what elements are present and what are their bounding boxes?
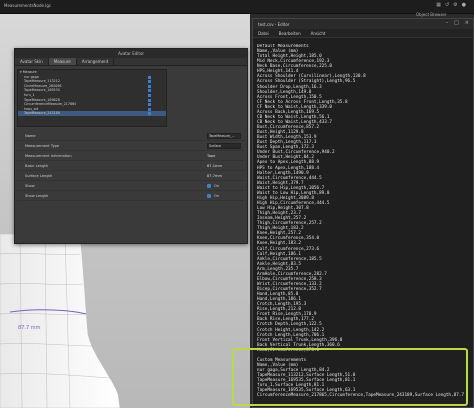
prop-surface-label: Surface Length <box>25 174 53 178</box>
save-icon[interactable]: ▦ <box>436 2 441 8</box>
prop-info-row: Measurement Information Tape <box>17 151 245 161</box>
visibility-checkbox[interactable] <box>148 98 151 102</box>
tree-item-label: CircumferenceMeasure_217865 <box>24 102 77 107</box>
tab-avatar-skin[interactable]: Avatar Skin <box>15 58 49 65</box>
document-tab[interactable]: MeasurementsNode.lgc <box>4 3 51 8</box>
panel-title: Avatar Editor <box>15 49 247 58</box>
settings-icon[interactable]: ⚙ <box>453 2 457 8</box>
prop-basic-row: Basic Length 87.1mm <box>17 161 245 171</box>
window-title: test.csv - Editor <box>258 21 290 27</box>
surface-length-value: 87.7mm <box>207 174 223 178</box>
tab-arrangement[interactable]: Arrangement <box>77 58 115 65</box>
tab-measure[interactable]: Measure <box>48 58 77 65</box>
maximize-icon[interactable]: □ <box>454 20 459 26</box>
tree-item-selected[interactable]: TapeMeasure_243189 <box>18 111 166 116</box>
show-length-checkbox-label: On <box>214 194 220 198</box>
show-checkbox[interactable] <box>207 184 211 188</box>
menu-file[interactable]: Datei <box>258 31 269 36</box>
menu-view[interactable]: Ansicht <box>311 31 326 36</box>
minimize-icon[interactable]: – <box>446 20 449 26</box>
visibility-checkbox[interactable] <box>148 80 151 84</box>
avatar-editor-panel: Avatar Editor Avatar Skin Measure Arrang… <box>14 48 248 244</box>
prop-surface-row: Surface Length 87.7mm <box>17 171 245 181</box>
prop-show-row: Show On <box>17 181 245 191</box>
visibility-checkbox[interactable] <box>148 93 151 97</box>
visibility-checkbox[interactable] <box>148 107 151 111</box>
basic-length-value: 87.1mm <box>207 164 223 168</box>
highlight-box <box>232 348 468 406</box>
prop-type-label: Measurement Type <box>25 144 60 148</box>
measurement-type-select[interactable]: Surface <box>207 143 241 149</box>
undo-icon[interactable]: ↺ <box>445 2 449 8</box>
prop-show-label: Show <box>25 184 35 188</box>
top-bar: MeasurementsNode.lgc ▦ ↺ ⚙ ● <box>0 0 474 14</box>
properties-panel: Name TapeMeasure_... Measurement Type Su… <box>17 131 245 201</box>
measure-value-label: 87.7 mm <box>18 325 41 331</box>
visibility-checkbox[interactable] <box>148 75 151 79</box>
close-icon[interactable]: × <box>465 20 469 26</box>
show-checkbox-label: On <box>214 184 220 188</box>
show-length-checkbox[interactable] <box>207 194 211 198</box>
object-browser-label[interactable]: Object Browser <box>416 12 447 17</box>
avatar-leg-model <box>0 234 121 408</box>
tree-item-label: TapeMeasure_243189 <box>24 111 60 116</box>
visibility-checkbox[interactable] <box>148 112 151 116</box>
tree-item-label: TapeMeasure_189628 <box>24 97 60 102</box>
window-controls: – □ × <box>446 20 469 26</box>
window-titlebar: test.csv - Editor – □ × <box>253 19 473 29</box>
visibility-checkbox[interactable] <box>148 103 151 107</box>
prop-showlen-row: Show Length On <box>17 191 245 201</box>
visibility-checkbox[interactable] <box>148 89 151 93</box>
editor-tabs: Avatar Skin Measure Arrangement <box>15 58 247 66</box>
visibility-checkbox[interactable] <box>148 84 151 88</box>
name-field[interactable]: TapeMeasure_... <box>207 133 241 139</box>
menu-bar: Datei Bearbeiten Ansicht <box>253 29 473 38</box>
prop-basic-label: Basic Length <box>25 164 49 168</box>
tree-item-label: hops_sid <box>24 106 39 111</box>
tree-item-label: nur gaga <box>24 74 39 79</box>
prop-showlen-label: Show Length <box>25 194 49 198</box>
tree-item-label: TapeMeasure_169535 <box>24 88 60 93</box>
tree-item-label: furu_1 <box>24 92 35 97</box>
prop-name-row: Name TapeMeasure_... <box>17 131 245 141</box>
prop-name-label: Name <box>25 134 36 138</box>
measure-tree: ▾ Measure nur gaga TapeMeasure_113212 Ci… <box>17 69 167 127</box>
tree-item-label: TapeMeasure_113212 <box>24 79 60 84</box>
prop-info-label: Measurement Information <box>25 154 72 158</box>
user-icon[interactable]: ● <box>462 2 466 8</box>
prop-type-row: Measurement Type Surface <box>17 141 245 151</box>
top-icons: ▦ ↺ ⚙ ● <box>436 2 466 8</box>
menu-edit[interactable]: Bearbeiten <box>279 31 301 36</box>
prop-info-value: Tape <box>207 154 216 158</box>
tree-item-label: CircleMeasure_265098 <box>24 83 62 88</box>
